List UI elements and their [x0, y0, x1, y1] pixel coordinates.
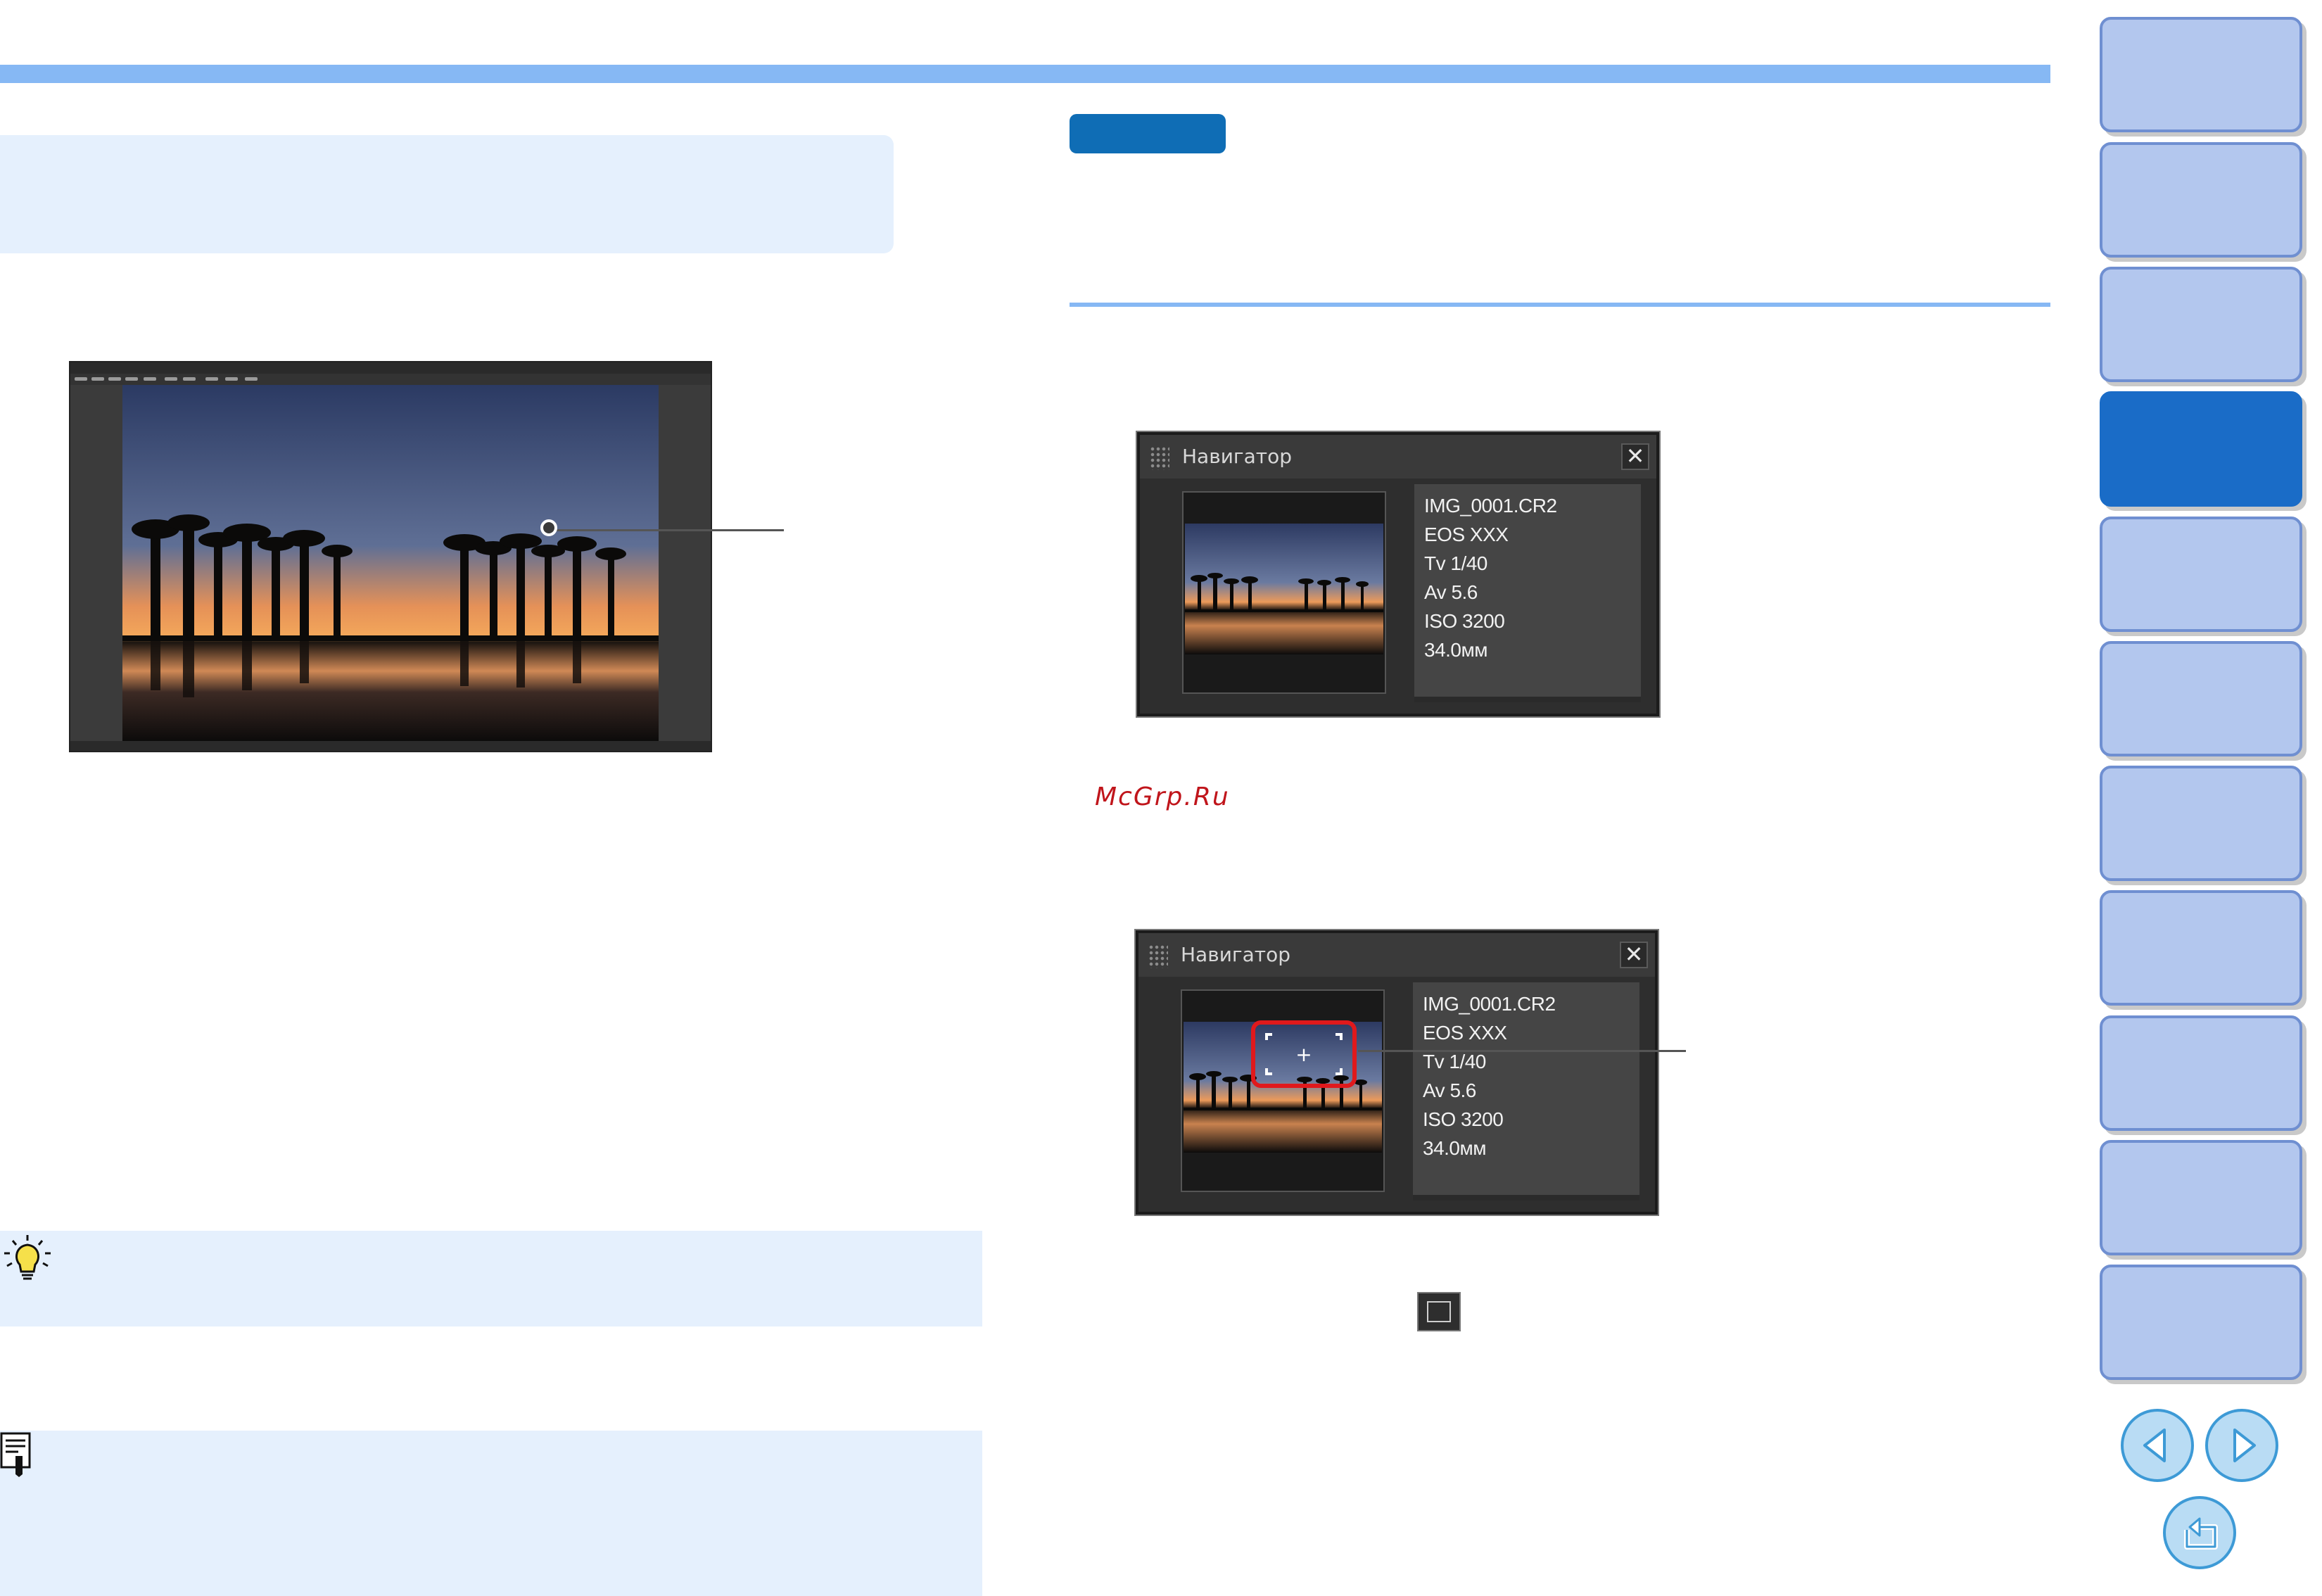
info-aperture: Av 5.6 [1423, 1079, 1476, 1101]
callout-line [1358, 1050, 1686, 1052]
navigator-panel-zoomed: Навигатор ✕ + IMG_0001.CR2 EOS XXX Tv 1/… [1136, 930, 1658, 1215]
arrow-left-icon [2143, 1429, 2166, 1462]
zoom-area-corners-icon: + [1265, 1033, 1343, 1075]
info-iso: ISO 3200 [1423, 1108, 1504, 1130]
navigator-title: Навигатор [1181, 943, 1290, 966]
previous-page-button[interactable] [2121, 1409, 2194, 1482]
sidebar-tab-10[interactable] [2100, 1140, 2302, 1255]
sidebar-tab-7[interactable] [2100, 766, 2302, 881]
sidebar-tab-1[interactable] [2100, 17, 2302, 132]
watermark: McGrp.Ru [1095, 783, 1230, 811]
sidebar-tab-8[interactable] [2100, 890, 2302, 1006]
screenshot-menubar [70, 374, 711, 385]
info-camera: EOS XXX [1424, 524, 1509, 545]
section-badge [1070, 114, 1226, 153]
navigator-header: Навигатор ✕ [1140, 435, 1656, 479]
section-rule [1070, 303, 2050, 307]
app-screenshot [69, 361, 712, 752]
sidebar-tab-2[interactable] [2100, 142, 2302, 258]
info-aperture: Av 5.6 [1424, 581, 1478, 603]
fit-to-screen-icon [1427, 1301, 1451, 1322]
callout-line [552, 529, 784, 531]
return-button[interactable] [2163, 1496, 2236, 1569]
navigator-thumbnail-frame [1182, 491, 1386, 694]
navigator-panel: Навигатор ✕ IMG_0001.CR2 EOS XXX Tv 1/40… [1137, 432, 1659, 716]
lightbulb-icon [4, 1235, 51, 1280]
navigator-info: IMG_0001.CR2 EOS XXX Tv 1/40 Av 5.6 ISO … [1413, 982, 1639, 1201]
close-icon[interactable]: ✕ [1620, 942, 1648, 968]
tip-panel [0, 1231, 982, 1326]
note-panel [0, 1431, 982, 1596]
navigator-info: IMG_0001.CR2 EOS XXX Tv 1/40 Av 5.6 ISO … [1414, 484, 1641, 702]
screenshot-photo [122, 385, 659, 742]
zoom-area-frame[interactable]: + [1251, 1020, 1357, 1088]
sidebar-tab-6[interactable] [2100, 641, 2302, 756]
grip-icon[interactable] [1148, 944, 1168, 968]
next-page-button[interactable] [2205, 1409, 2278, 1482]
grip-icon[interactable] [1150, 446, 1169, 470]
info-camera: EOS XXX [1423, 1022, 1507, 1044]
header-rule [0, 65, 2050, 83]
zoom-center-mark: + [1295, 1043, 1312, 1066]
sidebar-tab-5[interactable] [2100, 517, 2302, 632]
return-icon [2184, 1517, 2218, 1550]
info-iso: ISO 3200 [1424, 610, 1505, 632]
sidebar-tab-4[interactable] [2100, 391, 2302, 507]
callout-marker [540, 519, 557, 536]
navigator-header: Навигатор ✕ [1138, 933, 1655, 977]
info-filename: IMG_0001.CR2 [1424, 495, 1557, 517]
navigator-title: Навигатор [1182, 445, 1292, 468]
close-icon[interactable]: ✕ [1621, 443, 1649, 470]
navigator-thumbnail[interactable] [1185, 524, 1383, 654]
info-shutter: Tv 1/40 [1424, 552, 1487, 574]
info-focal-length: 34.0мм [1424, 639, 1488, 661]
sidebar-tab-3[interactable] [2100, 267, 2302, 382]
info-focal-length: 34.0мм [1423, 1137, 1487, 1159]
info-filename: IMG_0001.CR2 [1423, 993, 1556, 1015]
fit-to-screen-button[interactable] [1417, 1292, 1461, 1331]
screenshot-statusbar [70, 741, 711, 751]
screenshot-titlebar [70, 362, 711, 374]
sidebar-tab-9[interactable] [2100, 1015, 2302, 1131]
arrow-right-icon [2233, 1429, 2256, 1462]
memo-icon [0, 1432, 31, 1477]
title-panel [0, 135, 894, 253]
sidebar-tab-11[interactable] [2100, 1265, 2302, 1380]
